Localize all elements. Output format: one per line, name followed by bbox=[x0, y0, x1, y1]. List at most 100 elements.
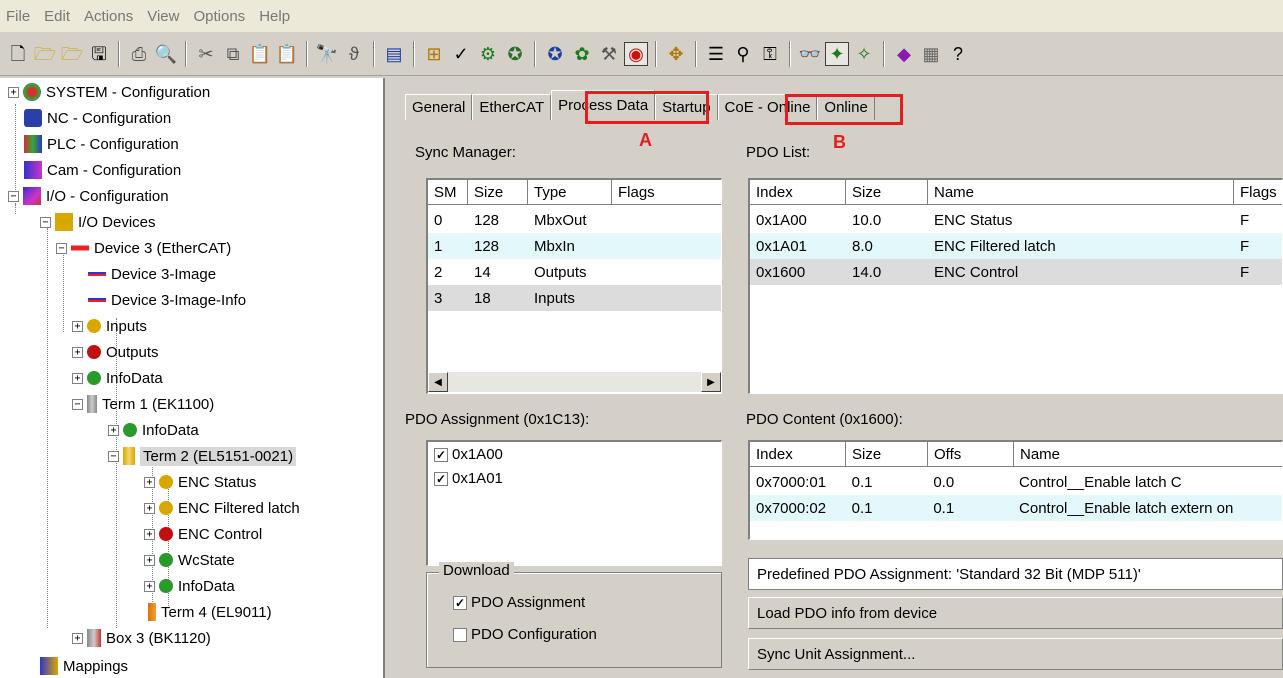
record-icon[interactable]: ◉ bbox=[624, 41, 648, 66]
table-row[interactable]: 1 128 MbxIn bbox=[428, 233, 721, 259]
expand-icon[interactable]: + bbox=[108, 424, 119, 436]
horizontal-scrollbar[interactable]: ◀ ▶ bbox=[428, 372, 721, 392]
monitor-icon[interactable]: ▤ bbox=[382, 42, 406, 66]
find-devices-icon[interactable]: ⚿ bbox=[758, 42, 782, 66]
book-icon[interactable]: ◆ bbox=[892, 42, 916, 66]
tree-item-infodata[interactable]: + InfoData bbox=[72, 365, 163, 391]
tree-item-enc-filtered-latch[interactable]: + ENC Filtered latch bbox=[144, 495, 300, 521]
column-header-size[interactable]: Size bbox=[846, 442, 928, 467]
tree-item-io[interactable]: − I/O - Configuration bbox=[8, 183, 169, 209]
column-header-index[interactable]: Index bbox=[750, 180, 846, 205]
network-config-icon[interactable]: ⊞ bbox=[422, 42, 446, 66]
column-header-offs[interactable]: Offs bbox=[928, 442, 1014, 467]
predefined-pdo-assignment-select[interactable]: Predefined PDO Assignment: 'Standard 32 … bbox=[748, 558, 1283, 590]
table-row[interactable]: 0 128 MbxOut bbox=[428, 207, 721, 233]
tab-general[interactable]: General bbox=[405, 94, 473, 120]
print-icon[interactable]: ⎙ bbox=[127, 42, 151, 66]
tree-item-box3[interactable]: + Box 3 (BK1120) bbox=[72, 625, 211, 651]
tree-item-term2-infodata[interactable]: + InfoData bbox=[144, 573, 235, 599]
table-row[interactable]: 0x1A00 10.0 ENC Status F bbox=[750, 207, 1282, 233]
column-header-name[interactable]: Name bbox=[928, 180, 1234, 205]
menu-help[interactable]: Help bbox=[259, 8, 290, 25]
table-row[interactable]: 0x7000:02 0.1 0.1 Control__Enable latch … bbox=[750, 495, 1282, 521]
table-row-selected[interactable]: 0x1600 14.0 ENC Control F bbox=[750, 259, 1282, 285]
checkbox-checked-icon[interactable]: ✓ bbox=[453, 595, 467, 610]
pdo-list[interactable]: Index Size Name Flags 0x1A00 10.0 ENC St… bbox=[748, 178, 1283, 394]
tree-item-device3-image-info[interactable]: Device 3-Image-Info bbox=[88, 287, 246, 313]
checkbox-checked-icon[interactable]: ✓ bbox=[434, 471, 448, 486]
tree-item-device3-image[interactable]: Device 3-Image bbox=[88, 261, 216, 287]
pdo-content-list[interactable]: Index Size Offs Name 0x7000:01 0.1 0.0 C… bbox=[748, 440, 1283, 540]
find-icon[interactable]: 🔭 bbox=[315, 42, 339, 66]
find-next-icon[interactable]: ϑ bbox=[342, 42, 366, 66]
list-icon[interactable]: ☰ bbox=[704, 42, 728, 66]
column-header-name[interactable]: Name bbox=[1014, 442, 1282, 467]
tree-item-term4[interactable]: Term 4 (EL9011) bbox=[148, 599, 272, 625]
glasses-icon[interactable]: 👓 bbox=[798, 42, 822, 66]
devices-icon[interactable]: ✿ bbox=[570, 42, 594, 66]
expand-icon[interactable]: + bbox=[144, 554, 155, 566]
collapse-icon[interactable]: − bbox=[56, 242, 67, 254]
download-pdo-assignment-option[interactable]: ✓ PDO Assignment bbox=[453, 594, 585, 611]
tree-item-system[interactable]: + SYSTEM - Configuration bbox=[8, 79, 210, 105]
checkbox-unchecked-icon[interactable] bbox=[453, 627, 467, 642]
column-header-size[interactable]: Size bbox=[846, 180, 928, 205]
help-icon[interactable]: ? bbox=[946, 42, 970, 66]
collapse-icon[interactable]: − bbox=[8, 190, 19, 202]
pdo-assignment-list[interactable]: ✓ 0x1A00 ✓ 0x1A01 bbox=[426, 440, 722, 566]
tree-item-wcstate[interactable]: + WcState bbox=[144, 547, 235, 573]
tree-item-inputs[interactable]: + Inputs bbox=[72, 313, 147, 339]
print-preview-icon[interactable]: 🔍 bbox=[154, 42, 178, 66]
menu-view[interactable]: View bbox=[147, 8, 179, 25]
column-header-flags[interactable]: Flags bbox=[1234, 180, 1282, 205]
open-folder-icon[interactable]: 🗁 bbox=[33, 42, 57, 66]
save-icon[interactable]: 🖫 bbox=[87, 42, 111, 66]
expand-icon[interactable]: + bbox=[144, 476, 155, 488]
table-row[interactable]: 2 14 Outputs bbox=[428, 259, 721, 285]
column-header-flags[interactable]: Flags bbox=[612, 180, 721, 205]
checkbox-checked-icon[interactable]: ✓ bbox=[434, 447, 448, 462]
expand-icon[interactable]: + bbox=[72, 632, 83, 644]
tree-item-device3[interactable]: − Device 3 (EtherCAT) bbox=[56, 235, 231, 261]
tree-item-term1[interactable]: − Term 1 (EK1100) bbox=[72, 391, 214, 417]
pdo-assignment-item-0x1a00[interactable]: ✓ 0x1A00 bbox=[434, 446, 503, 463]
check-icon[interactable]: ✓ bbox=[449, 42, 473, 66]
cut-icon[interactable]: ✂ bbox=[194, 42, 218, 66]
sync-manager-list[interactable]: SM Size Type Flags 0 128 MbxOut 1 128 Mb… bbox=[426, 178, 722, 394]
collapse-icon[interactable]: − bbox=[108, 450, 119, 462]
column-header-sm[interactable]: SM bbox=[428, 180, 468, 205]
sync-unit-assignment-button[interactable]: Sync Unit Assignment... bbox=[748, 638, 1283, 670]
table-row[interactable]: 0x1A01 8.0 ENC Filtered latch F bbox=[750, 233, 1282, 259]
green-device-icon[interactable]: ✦ bbox=[825, 41, 849, 66]
paste-special-icon[interactable]: 📋 bbox=[275, 42, 299, 66]
tree-item-plc[interactable]: PLC - Configuration bbox=[24, 131, 179, 157]
tree-item-io-devices[interactable]: − I/O Devices bbox=[40, 209, 156, 235]
expand-icon[interactable]: + bbox=[144, 580, 155, 592]
expand-icon[interactable]: + bbox=[72, 320, 83, 332]
paste-icon[interactable]: 📋 bbox=[248, 42, 272, 66]
tree-item-outputs[interactable]: + Outputs bbox=[72, 339, 159, 365]
menu-file[interactable]: File bbox=[6, 8, 30, 25]
expand-icon[interactable]: + bbox=[72, 346, 83, 358]
pdo-assignment-item-0x1a01[interactable]: ✓ 0x1A01 bbox=[434, 470, 503, 487]
new-file-icon[interactable]: 🗋 bbox=[6, 42, 30, 66]
table-row[interactable]: 0x7000:01 0.1 0.0 Control__Enable latch … bbox=[750, 469, 1282, 495]
tree-item-mappings[interactable]: Mappings bbox=[40, 653, 128, 678]
tree-item-enc-control[interactable]: + ENC Control bbox=[144, 521, 262, 547]
activate-config-icon[interactable]: ⚙ bbox=[476, 42, 500, 66]
calculator-icon[interactable]: ▦ bbox=[919, 42, 943, 66]
download-pdo-configuration-option[interactable]: PDO Configuration bbox=[453, 626, 597, 643]
column-header-type[interactable]: Type bbox=[528, 180, 612, 205]
menu-options[interactable]: Options bbox=[193, 8, 245, 25]
copy-icon[interactable]: ⧉ bbox=[221, 42, 245, 66]
table-row-selected[interactable]: 3 18 Inputs bbox=[428, 285, 721, 311]
collapse-icon[interactable]: − bbox=[40, 216, 51, 228]
expand-icon[interactable]: + bbox=[72, 372, 83, 384]
wizard-icon[interactable]: ✪ bbox=[503, 42, 527, 66]
zoom-icon[interactable]: ⚲ bbox=[731, 42, 755, 66]
column-header-size[interactable]: Size bbox=[468, 180, 528, 205]
tree-item-nc[interactable]: NC - Configuration bbox=[24, 105, 171, 131]
tree-item-term2[interactable]: − Term 2 (EL5151-0021) bbox=[108, 443, 297, 469]
expand-icon[interactable]: + bbox=[144, 502, 155, 514]
target-select-icon[interactable]: ✥ bbox=[664, 42, 688, 66]
